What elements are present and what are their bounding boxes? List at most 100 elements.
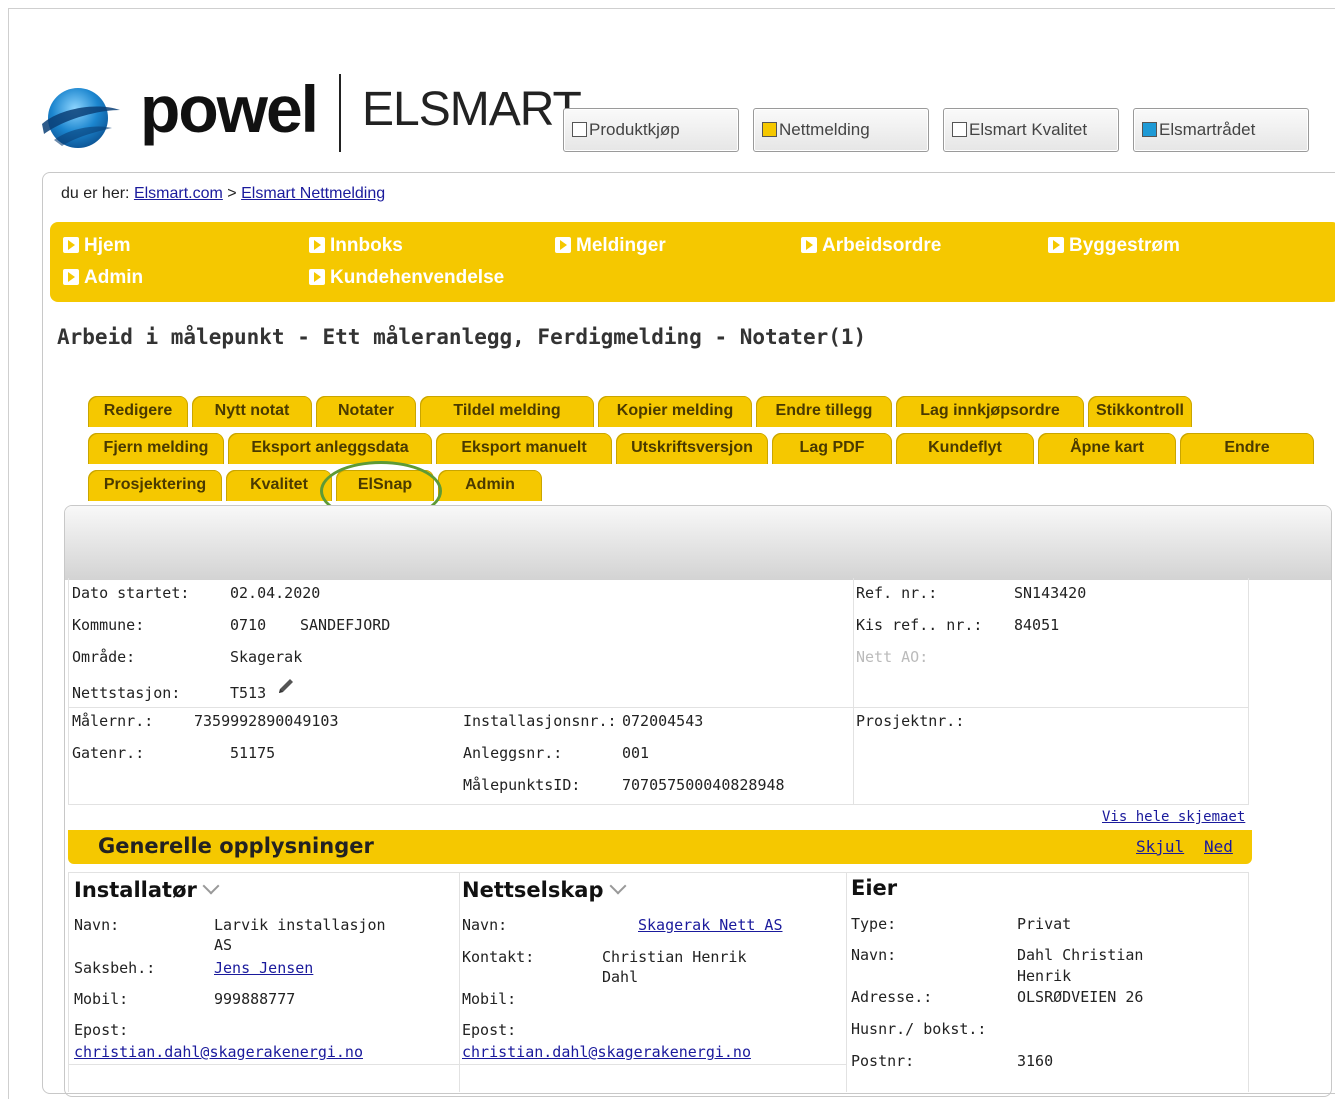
nav-label: Kundehenvendelse [330, 267, 505, 288]
saksbeh-label: Saksbeh.: [74, 959, 156, 977]
product-button-elsmartradet[interactable]: Elsmartrådet [1133, 108, 1309, 152]
tab-stikkontroll[interactable]: Stikkontroll [1088, 396, 1192, 427]
tab-notater[interactable]: Notater [316, 396, 416, 427]
eier-postnr-value: 3160 [1017, 1052, 1054, 1070]
installator-navn-line2: AS [214, 936, 233, 954]
tab-lag-pdf[interactable]: Lag PDF [772, 433, 892, 464]
breadcrumb-home-link[interactable]: Elsmart.com [134, 185, 223, 202]
tab-lag-innkjopsordre[interactable]: Lag innkjøpsordre [896, 396, 1084, 427]
grid-line [68, 872, 69, 1092]
installator-epost-link[interactable]: christian.dahl@skagerakenergi.no [74, 1043, 363, 1061]
kommune-label: Kommune: [72, 616, 145, 634]
tab-utskriftsversjon[interactable]: Utskriftsversjon [616, 433, 768, 464]
logo-divider [339, 74, 341, 152]
grid-line [68, 578, 69, 804]
chevron-down-icon [202, 877, 220, 895]
grid-line [68, 872, 1249, 873]
breadcrumb: du er her: Elsmart.com > Elsmart Nettmel… [61, 185, 385, 203]
tab-eksport-manuelt[interactable]: Eksport manuelt [436, 433, 612, 464]
product-button-elsmart-kvalitet[interactable]: Elsmart Kvalitet [943, 108, 1119, 152]
grid-line [459, 872, 460, 1092]
tab-tildel-melding[interactable]: Tildel melding [420, 396, 594, 427]
pencil-edit-icon[interactable] [276, 676, 296, 696]
tab-admin[interactable]: Admin [438, 470, 542, 501]
tab-kundeflyt[interactable]: Kundeflyt [896, 433, 1034, 464]
checkbox-icon [1142, 122, 1157, 137]
eier-type-value: Privat [1017, 915, 1072, 933]
installasjonsnr-label: Installasjonsnr.: [463, 712, 617, 730]
tab-eksport-anleggsdata[interactable]: Eksport anleggsdata [228, 433, 432, 464]
nettselskap-heading[interactable]: Nettselskap [462, 877, 627, 902]
nav-item-arbeidsordre[interactable]: Arbeidsordre [801, 235, 941, 257]
product-button-produktkjop[interactable]: Produktkjøp [563, 108, 739, 152]
grid-line [1248, 872, 1249, 1092]
tab-kopier-melding[interactable]: Kopier melding [598, 396, 752, 427]
tab-kvalitet[interactable]: Kvalitet [226, 470, 332, 501]
move-down-link[interactable]: Ned [1204, 837, 1233, 856]
eier-adresse-label: Adresse.: [851, 988, 933, 1006]
installator-mobil-value: 999888777 [214, 990, 296, 1008]
tab-fjern-melding[interactable]: Fjern melding [88, 433, 224, 464]
installator-mobil-label: Mobil: [74, 990, 129, 1008]
nav-item-meldinger[interactable]: Meldinger [555, 235, 666, 257]
tab-nytt-notat[interactable]: Nytt notat [192, 396, 312, 427]
product-button-label: Elsmart Kvalitet [969, 120, 1088, 139]
installasjonsnr-value: 072004543 [622, 712, 704, 730]
arrow-right-icon [309, 269, 325, 285]
dato-label: Dato startet: [72, 584, 190, 602]
kontakt-label: Kontakt: [462, 948, 535, 966]
anleggsnr-value: 001 [622, 744, 650, 762]
kis-label: Kis ref.. nr.: [856, 616, 983, 634]
tab-redigere[interactable]: Redigere [88, 396, 188, 427]
nav-label: Innboks [330, 235, 403, 256]
gatenr-value: 51175 [230, 744, 276, 762]
nav-label: Byggestrøm [1069, 235, 1180, 256]
saksbeh-link[interactable]: Jens Jensen [214, 959, 313, 977]
malernr-value: 7359992890049103 [194, 712, 339, 730]
grid-line [68, 804, 1249, 805]
nav-item-innboks[interactable]: Innboks [309, 235, 403, 257]
tab-endre[interactable]: Endre [1180, 433, 1314, 464]
section-title: Generelle opplysninger [98, 834, 374, 858]
nettselskap-navn-link[interactable]: Skagerak Nett AS [638, 916, 783, 934]
tab-endre-tillegg[interactable]: Endre tillegg [756, 396, 892, 427]
breadcrumb-current-link[interactable]: Elsmart Nettmelding [241, 185, 385, 202]
omrade-label: Område: [72, 648, 136, 666]
kontakt-line1: Christian Henrik [602, 948, 747, 966]
nav-item-admin[interactable]: Admin [63, 267, 143, 289]
product-button-label: Nettmelding [779, 120, 870, 139]
breadcrumb-prefix: du er her: [61, 185, 130, 202]
eier-husnr-label: Husnr./ bokst.: [851, 1020, 987, 1038]
eier-navn-line1: Dahl Christian [1017, 946, 1144, 964]
anleggsnr-label: Anleggsnr.: [463, 744, 563, 762]
omrade-value: Skagerak [230, 648, 303, 666]
nav-item-hjem[interactable]: Hjem [63, 235, 130, 257]
ref-value: SN143420 [1014, 584, 1087, 602]
nav-label: Hjem [84, 235, 131, 256]
installator-heading[interactable]: Installatør [74, 877, 220, 902]
eier-navn-label: Navn: [851, 946, 897, 964]
brand-logo-text: powel [140, 72, 319, 146]
tab-apne-kart[interactable]: Åpne kart [1038, 433, 1176, 464]
product-button-label: Produktkjøp [589, 120, 680, 139]
panel-header-gradient [65, 506, 1331, 580]
nettselskap-mobil-label: Mobil: [462, 990, 517, 1008]
powel-globe-icon [42, 88, 120, 148]
nav-label: Arbeidsordre [822, 235, 942, 256]
hide-section-link[interactable]: Skjul [1136, 837, 1184, 856]
product-name: ELSMART [362, 83, 582, 136]
installator-epost-label: Epost: [74, 1021, 129, 1039]
malepunkt-value: 707057500040828948 [622, 776, 785, 794]
malepunkt-label: MålepunktsID: [463, 776, 581, 794]
nettselskap-epost-link[interactable]: christian.dahl@skagerakenergi.no [462, 1043, 751, 1061]
gatenr-label: Gatenr.: [72, 744, 145, 762]
product-button-nettmelding[interactable]: Nettmelding [753, 108, 929, 152]
show-full-form-link[interactable]: Vis hele skjemaet [1102, 809, 1245, 825]
tab-prosjektering[interactable]: Prosjektering [88, 470, 222, 501]
malernr-label: Målernr.: [72, 712, 154, 730]
arrow-right-icon [801, 237, 817, 253]
nav-label: Admin [84, 267, 144, 288]
nav-item-byggestrom[interactable]: Byggestrøm [1048, 235, 1180, 257]
nav-item-kundehenvendelse[interactable]: Kundehenvendelse [309, 267, 504, 289]
checkbox-icon [952, 122, 967, 137]
